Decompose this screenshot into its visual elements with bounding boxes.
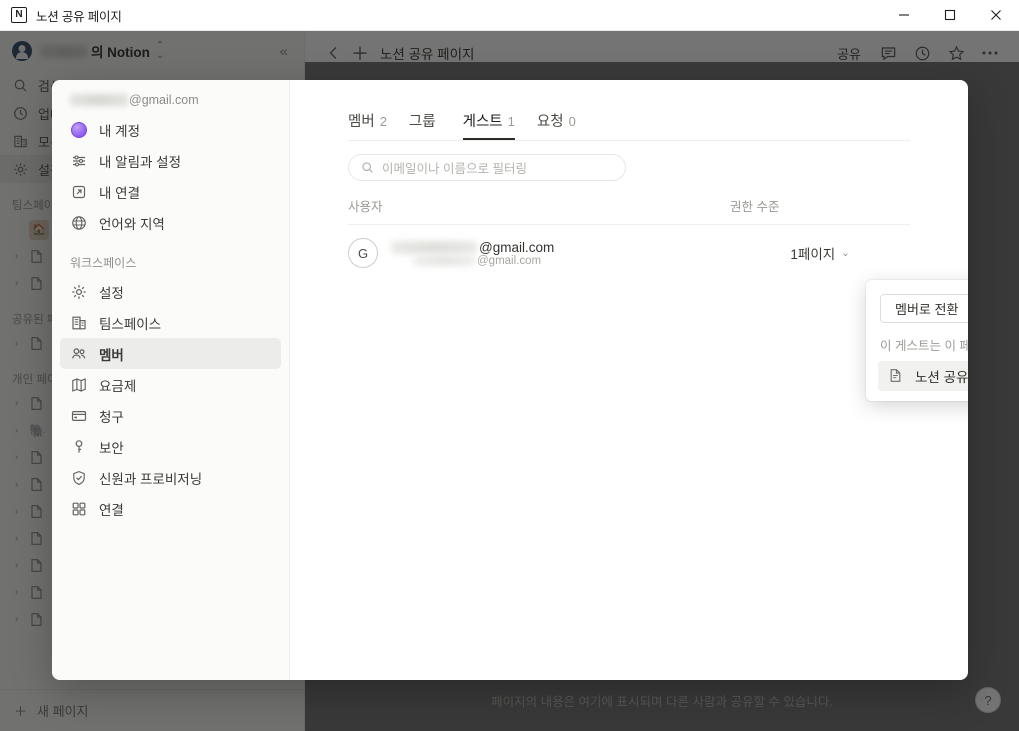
- settings-item-language[interactable]: 언어와 지역: [60, 207, 281, 238]
- popover-actions: 멤버로 전환 제거: [878, 294, 968, 323]
- email-redacted: [391, 240, 477, 254]
- column-user: 사용자: [348, 200, 383, 214]
- popover-page-item[interactable]: 노션 공유 페이지: [878, 361, 968, 391]
- tab-count: 1: [507, 114, 515, 129]
- tab-count: 2: [379, 114, 387, 129]
- tab-count: 0: [568, 114, 576, 129]
- settings-item-label: 멤버: [99, 347, 124, 363]
- settings-item-security[interactable]: 보안: [60, 431, 281, 462]
- sliders-icon: [70, 152, 88, 170]
- close-icon[interactable]: [973, 0, 1019, 31]
- table-header: 사용자 권한 수준: [348, 196, 910, 225]
- search-input[interactable]: 이메일이나 이름으로 필터링: [348, 154, 626, 181]
- settings-item-label: 언어와 지역: [99, 216, 165, 232]
- search-placeholder: 이메일이나 이름으로 필터링: [382, 162, 527, 176]
- permission-dropdown[interactable]: 1페이지 ⌄: [730, 243, 910, 263]
- members-tabs: 멤버 2 그룹 게스트 1 요청 0: [290, 106, 968, 140]
- tab-requests[interactable]: 요청 0: [537, 110, 576, 140]
- settings-item-plans[interactable]: 요금제: [60, 369, 281, 400]
- tab-label: 게스트: [462, 114, 503, 130]
- minimize-icon[interactable]: [881, 0, 927, 31]
- settings-section-workspace: 워크스페이스: [70, 256, 137, 270]
- guests-table: 사용자 권한 수준 G @gmail.com @gmail.com 1페이지 ⌄: [348, 196, 910, 268]
- settings-item-billing[interactable]: 청구: [60, 400, 281, 431]
- tab-members[interactable]: 멤버 2: [348, 110, 387, 140]
- settings-item-connections[interactable]: 내 연결: [60, 176, 281, 207]
- search-icon: [361, 161, 374, 174]
- people-icon: [70, 345, 88, 363]
- account-email-suffix: @gmail.com: [129, 93, 199, 107]
- column-permission: 권한 수준: [730, 200, 780, 214]
- settings-item-connections-ws[interactable]: 연결: [60, 493, 281, 524]
- user-email-secondary: @gmail.com: [477, 254, 542, 267]
- avatar: G: [348, 238, 378, 268]
- user-secondary: @gmail.com: [391, 255, 730, 267]
- user-cell: @gmail.com @gmail.com: [391, 240, 730, 267]
- table-row[interactable]: G @gmail.com @gmail.com 1페이지 ⌄: [348, 225, 910, 268]
- settings-item-notifications[interactable]: 내 알림과 설정: [60, 145, 281, 176]
- tab-label: 요청: [536, 114, 564, 130]
- convert-to-member-button[interactable]: 멤버로 전환: [880, 294, 968, 323]
- settings-item-members[interactable]: 멤버: [60, 338, 281, 369]
- settings-item-label: 설정: [99, 285, 124, 301]
- window-titlebar: N 노션 공유 페이지: [0, 0, 1019, 31]
- shield-check-icon: [70, 469, 88, 487]
- map-icon: [70, 376, 88, 394]
- building-icon: [70, 314, 88, 332]
- globe-icon: [70, 214, 88, 232]
- app-window: N 노션 공유 페이지 의 Notion ⌃⌄ «: [0, 0, 1019, 731]
- settings-item-identity[interactable]: 신원과 프로비저닝: [60, 462, 281, 493]
- settings-item-label: 내 계정: [99, 123, 141, 139]
- document-icon: [888, 368, 904, 384]
- notion-icon: N: [11, 7, 27, 23]
- settings-item-label: 신원과 프로비저닝: [99, 471, 203, 487]
- settings-item-label: 요금제: [99, 378, 137, 394]
- email-redacted: [413, 255, 475, 266]
- settings-nav: @gmail.com 내 계정 내 알림과 설정 내 연결 언어와 지역 워크스…: [52, 80, 290, 680]
- window-title: 노션 공유 페이지: [36, 9, 122, 24]
- members-panel: 멤버 2 그룹 게스트 1 요청 0 이메일이나 이름으로 필터링 사용자 권한…: [290, 80, 968, 680]
- settings-item-label: 내 알림과 설정: [99, 154, 182, 170]
- user-email: @gmail.com: [479, 239, 555, 255]
- settings-item-label: 보안: [99, 440, 124, 456]
- gear-icon: [70, 283, 88, 301]
- tab-guests[interactable]: 게스트 1: [462, 110, 516, 140]
- chevron-down-icon: ⌄: [841, 247, 850, 259]
- key-icon: [70, 438, 88, 456]
- permission-value: 1페이지: [790, 247, 836, 262]
- guest-permission-popover: 멤버로 전환 제거 이 게스트는 이 페이지들을 검색할 수 있습… 노션 공유…: [866, 280, 968, 401]
- window-controls: [881, 0, 1019, 31]
- settings-item-label: 팀스페이스: [99, 316, 162, 332]
- popover-description: 이 게스트는 이 페이지들을 검색할 수 있습…: [880, 339, 968, 353]
- tab-label: 멤버: [348, 114, 375, 130]
- settings-item-label: 청구: [99, 409, 124, 425]
- settings-item-teamspaces[interactable]: 팀스페이스: [60, 307, 281, 338]
- filter-row: 이메일이나 이름으로 필터링: [290, 141, 968, 181]
- arrow-box-icon: [70, 183, 88, 201]
- maximize-icon[interactable]: [927, 0, 973, 31]
- settings-modal: @gmail.com 내 계정 내 알림과 설정 내 연결 언어와 지역 워크스…: [52, 80, 968, 680]
- settings-item-label: 연결: [99, 502, 124, 518]
- settings-item-label: 내 연결: [99, 185, 141, 201]
- settings-item-settings[interactable]: 설정: [60, 276, 281, 307]
- tab-groups[interactable]: 그룹: [409, 110, 441, 140]
- popover-page-label: 노션 공유 페이지: [915, 370, 968, 385]
- tab-label: 그룹: [408, 114, 436, 130]
- user-primary: @gmail.com: [391, 240, 730, 255]
- avatar-purple-icon: [70, 121, 88, 139]
- settings-item-my-account[interactable]: 내 계정: [60, 114, 281, 145]
- grid-icon: [70, 500, 88, 518]
- email-redacted: [70, 94, 128, 106]
- account-email: @gmail.com: [52, 92, 289, 114]
- credit-card-icon: [70, 407, 88, 425]
